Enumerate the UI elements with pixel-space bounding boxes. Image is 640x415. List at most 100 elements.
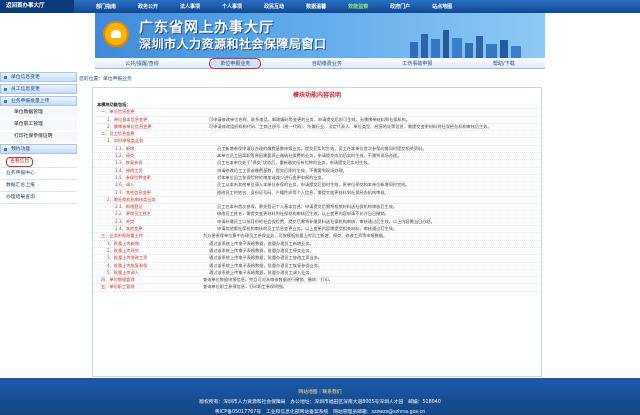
- nav-item[interactable]: 效能监察: [348, 3, 368, 10]
- sidebar-link-summary-report[interactable]: 数据汇总上报: [0, 180, 77, 192]
- sidebar-link-declare-center[interactable]: 业务申报中心: [0, 168, 77, 180]
- city-skyline-icon: [410, 30, 521, 58]
- list-item: 1.7、其他信息变更 修改员工的姓名、身份证号码、户籍性质等个人信息，需提交变更材…: [93, 190, 541, 197]
- content-title: 模块功能内容说明: [292, 92, 341, 99]
- sidebar-sub-unit-staff[interactable]: 单位职工管理: [0, 120, 77, 130]
- subnav-tab[interactable]: 公共/提醒/查询: [115, 59, 168, 68]
- item-label: 4、批量上传恢复参保: [107, 262, 148, 268]
- nav-item[interactable]: 数据温馨: [306, 3, 326, 10]
- item-description: 员工在本市首次参保，需先登记个人基本信息，申请提交后需将相关材料送社保机构审核后…: [217, 204, 398, 210]
- gov-emblem-icon: [103, 21, 129, 47]
- home-link[interactable]: 返回首办事大厅: [0, 0, 74, 13]
- item-label: 2.3、补交: [115, 218, 135, 224]
- item-label: 五、单位职工管理: [101, 284, 135, 290]
- item-description: 可申请修改组织机构代码、工商注册号（统一代码）、所属行业、法定代表人、单位类型、…: [209, 123, 492, 129]
- sidebar-link-view-info[interactable]: 查看信息: [0, 156, 77, 168]
- list-item: 1、实时申报类业务: [93, 138, 541, 146]
- banner-title: 广东省网上办事大厅: [139, 20, 274, 36]
- item-label: 2、需社保机构审核类业务: [107, 196, 156, 202]
- list-item: 一、单位信息变更: [93, 109, 541, 117]
- list-item: 四、单位数据管理 查询单位数据申报信息，并且可对未审核数据进行撤销、删除、打印。: [93, 277, 541, 285]
- item-label: 本模块功能包括：: [97, 102, 131, 107]
- subnav-tab[interactable]: 自助缴费业务: [302, 59, 352, 68]
- item-description: 申请补缴员工以前月份的社会保险费，提交后需将补缴资料送社保机构审核，审核通过后生…: [217, 218, 435, 224]
- sidebar: 单位信息变更 员工信息变更 业务申报批量上传 单位数据管理 单位职工管理 打印社…: [0, 72, 77, 204]
- sidebar-link-result-query[interactable]: 办理结果查询: [0, 192, 77, 204]
- sidebar-sub-print-proof[interactable]: 打印社保参保证明: [0, 132, 77, 142]
- item-description: [209, 138, 541, 144]
- item-description: 修改员工姓名，需提交变更材料到社保机构审核后生效，以上变更内容申请不允许当日撤销…: [217, 211, 389, 217]
- item-description: 员工从本市其他单位调入本单位参保的业务，申请提交后即时生效，原单位停交和本单位新…: [217, 182, 410, 188]
- item-label: 三、业务申报批量上传: [101, 233, 143, 239]
- item-label: 2.2、更改员工姓名: [115, 211, 151, 217]
- item-description: 为方便参保单位集中办理员工参保业务，可按模板批量上传员工新增、停交、修改工资等申…: [203, 233, 388, 239]
- nav-item[interactable]: 政府门户: [390, 3, 410, 10]
- item-label: 二、员工信息变更: [101, 131, 135, 137]
- list-item: 3、批量上传修改工资 通过该系统上传电子表格数据，批量办理员工修改工资业务。: [93, 255, 541, 263]
- item-label: 1.3、恢复参保: [115, 160, 143, 166]
- item-label: 1.2、停交: [115, 153, 135, 159]
- item-description: 可申请修改单位名称、联系电话、邮政编码等变更的业务，申请提交后即可生效，无需携带…: [209, 116, 411, 122]
- item-description: 通过该系统上传电子表格数据，批量办理员工新增业务。: [209, 240, 314, 246]
- sidebar-item-batch-upload[interactable]: 业务申报批量上传: [0, 96, 77, 106]
- nav-item[interactable]: 个人事项: [222, 3, 242, 10]
- item-label: 1、实时申报类业务: [107, 138, 144, 144]
- item-description: 查询单位职工参保信息，打印职工参保明细。: [203, 284, 287, 290]
- footer-copyright: 版权所有：深圳市人力资源和社会保障局 办公地址：深圳市福田区深南大道8005号深…: [199, 400, 441, 405]
- list-item: 2.3、补交 申请补缴员工以前月份的社会保险费，提交后需将补缴资料送社保机构审核，…: [93, 218, 541, 227]
- item-label: 1.1、新增: [115, 145, 135, 151]
- bullet-icon: [4, 148, 7, 151]
- sidebar-item-unit-info[interactable]: 单位信息变更: [0, 72, 77, 82]
- item-description: 员工新增参保申请及办理的缴费基数申报业务，提交后实时生效，员工在本单位首次参保的…: [217, 145, 427, 151]
- item-label: 3、批量上传修改工资: [107, 255, 148, 261]
- sub-navigation: 公共/提醒/查询 单位申报业务 自助缴费业务 工伤事故申报 帮助/下载: [95, 57, 545, 69]
- content-panel: 模块功能内容说明 本模块功能包括： 一、单位信息变更 1、单位基本信息变更 可申请修改…: [92, 87, 542, 377]
- list-item: 1.3、恢复参保 员工在本单位处于"停交"状态后，重新缴交所有险种的业务，申请提交…: [93, 160, 541, 168]
- item-description: 申请修改员工工资或缴费基数，提交后即时生效，不需要到现场办理。: [217, 167, 347, 173]
- banner-subtitle: 深圳市人力资源和社会保障局窗口: [139, 37, 327, 51]
- subnav-tab[interactable]: 工伤事故申报: [392, 59, 442, 68]
- list-item: 1.2、停交 本单位员工因离职等原因需要停止缴纳社保费的业务，申请提交成功后实时生…: [93, 153, 541, 161]
- item-description: 员工在本单位处于"停交"状态后，重新缴交所有险种的业务，申请提交后实时生效。: [217, 160, 372, 166]
- item-label: 2、批量上传停交: [107, 247, 139, 253]
- item-label: 1、批量上传新增: [107, 240, 139, 246]
- subnav-tab[interactable]: 单位申报业务: [209, 57, 262, 69]
- item-label: 1.4、修改工资: [115, 167, 143, 173]
- item-description: [203, 131, 541, 137]
- top-navigation: 返回首办事大厅 部门指南 政务公开 法人事项 个人事项 政民互动 数据温馨 效能监察 政府门户…: [0, 0, 640, 13]
- list-item: 2、需审核单位信息变更 可申请修改组织机构代码、工商注册号（统一代码）、所属行业、…: [93, 123, 541, 132]
- item-label: 1.7、其他信息变更: [115, 189, 151, 195]
- nav-item[interactable]: 站点地图: [432, 3, 452, 10]
- list-item: 4、批量上传恢复参保 通过该系统上传电子表格数据，批量办理员工恢复参保业务。: [93, 263, 541, 270]
- sidebar-sub-unit-data[interactable]: 单位数据管理: [0, 108, 77, 118]
- list-item: 1.6、调入 员工从本市其他单位调入本单位参保的业务，申请提交后即时生效，原单位停…: [93, 182, 541, 190]
- nav-item[interactable]: 法人事项: [180, 3, 200, 10]
- list-item: 五、单位职工管理 查询单位职工参保信息，打印职工参保明细。: [93, 284, 541, 292]
- item-description: [209, 197, 541, 203]
- list-item: 5、批量上传调入 通过该系统上传电子表格数据，批量办理员工调入业务。: [93, 270, 541, 278]
- list-item: 二、员工信息变更: [93, 131, 541, 139]
- function-list: 本模块功能包括： 一、单位信息变更 1、单位基本信息变更 可申请修改单位名称、联系电话…: [93, 102, 541, 292]
- sidebar-item-appointment[interactable]: 预约功能: [0, 144, 77, 154]
- nav-item[interactable]: 政务公开: [138, 3, 158, 10]
- list-item: 1、批量上传新增 通过该系统上传电子表格数据，批量办理员工新增业务。: [93, 241, 541, 248]
- nav-item[interactable]: 政民互动: [264, 3, 284, 10]
- item-description: [203, 109, 541, 115]
- subnav-tab[interactable]: 帮助/下载: [483, 59, 525, 68]
- bullet-icon: [4, 76, 7, 79]
- item-description: 查询单位数据申报信息，并且可对未审核数据进行撤销、删除、打印。: [203, 277, 333, 283]
- item-label: 1、单位基本信息变更: [107, 116, 148, 122]
- list-item: 本模块功能包括：: [93, 102, 541, 110]
- list-item: 1.5、参保险种变更 对本单位员工参保险种的增加或减少进行变更申报的业务。: [93, 175, 541, 183]
- bullet-icon: [4, 88, 7, 91]
- list-item: 1、单位基本信息变更 可申请修改单位名称、联系电话、邮政编码等变更的业务，申请提交…: [93, 117, 541, 124]
- item-label: 1.6、调入: [115, 182, 135, 188]
- sidebar-item-staff-info[interactable]: 员工信息变更: [0, 84, 77, 94]
- item-description: 修改员工的姓名、身份证号码、户籍性质等个人信息，需提交变更材料到社保经办机构审核…: [217, 189, 389, 195]
- item-label: 四、单位数据管理: [101, 277, 135, 283]
- list-item: 2、批量上传停交 通过该系统上传电子表格数据，批量办理员工停交业务。: [93, 247, 541, 256]
- nav-item[interactable]: 部门指南: [96, 3, 116, 10]
- list-item: 1.4、修改工资 申请修改员工工资或缴费基数，提交后即时生效，不需要到现场办理。: [93, 168, 541, 175]
- item-description: [199, 102, 541, 108]
- footer-links[interactable]: 网站地图｜联系我们: [0, 388, 640, 395]
